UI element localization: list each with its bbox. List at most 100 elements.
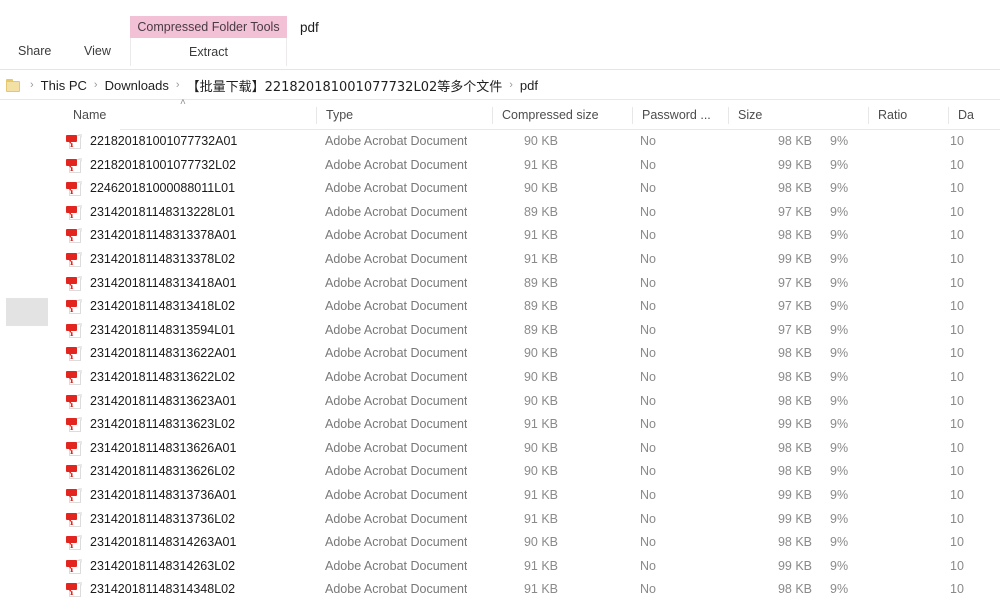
ratio-cell: 9% — [830, 342, 848, 366]
date-modified-cell: 10 — [950, 413, 964, 437]
breadcrumb[interactable]: › This PC › Downloads › 【批量下载】2218201810… — [0, 70, 1000, 100]
table-row[interactable]: 231420181148313622A01ʕ Adobe Acrobat Docu… — [60, 342, 1000, 366]
file-name-cell[interactable]: 231420181148313623A01ʕ — [64, 390, 236, 414]
date-modified-cell: 10 — [950, 366, 964, 390]
file-name-cell[interactable]: 231420181148313378A01ʕ — [64, 224, 236, 248]
table-row[interactable]: 221820181001077732A01ʕAdobe Acrobat Docu… — [60, 130, 1000, 154]
table-row[interactable]: 231420181148313378L02ʕAdobe Acrobat Docu… — [60, 248, 1000, 272]
compressed-size-cell: 91 KB — [480, 508, 558, 532]
compressed-size-cell: 91 KB — [480, 413, 558, 437]
file-name-cell[interactable]: 231420181148313418L02ʕ — [64, 295, 235, 319]
file-name-cell[interactable]: 231420181148313623L02ʕ — [64, 413, 235, 437]
file-name-cell[interactable]: 231420181148313378L02ʕ — [64, 248, 235, 272]
file-name-cell[interactable]: 224620181000088011L01ʕ — [64, 177, 235, 201]
table-row[interactable]: 231420181148313418L02ʕAdobe Acrobat Docu… — [60, 295, 1000, 319]
pdf-file-icon: ʕ — [66, 346, 82, 362]
table-row[interactable]: 231420181148313228L01ʕAdobe Acrobat Docu… — [60, 201, 1000, 225]
file-name-cell[interactable]: 231420181148313626L02ʕ — [64, 460, 235, 484]
column-header-name[interactable]: Name — [64, 107, 106, 124]
table-row[interactable]: 231420181148313626A01ʕAdobe Acrobat Docu… — [60, 437, 1000, 461]
file-name-cell[interactable]: 231420181148314263A01ʕ — [64, 531, 236, 555]
password-cell: No — [640, 578, 656, 602]
pdf-file-icon: ʕ — [66, 394, 82, 410]
size-cell: 99 KB — [736, 555, 812, 579]
pdf-file-icon: ʕ — [66, 158, 82, 174]
compressed-size-cell: 91 KB — [480, 154, 558, 178]
size-cell: 97 KB — [736, 295, 812, 319]
size-cell: 98 KB — [736, 578, 812, 602]
pdf-file-icon: ʕ — [66, 488, 82, 504]
table-row[interactable]: 231420181148313378A01ʕAdobe Acrobat Docu… — [60, 224, 1000, 248]
date-modified-cell: 10 — [950, 224, 964, 248]
size-cell: 98 KB — [736, 342, 812, 366]
file-name-cell[interactable]: 221820181001077732A01ʕ — [64, 130, 237, 154]
file-type-cell: Adobe Acrobat Document — [325, 319, 467, 343]
breadcrumb-item-pdf[interactable]: pdf — [520, 78, 538, 93]
breadcrumb-separator: › — [23, 79, 41, 91]
table-row[interactable]: 231420181148313622L02ʕAdobe Acrobat Docu… — [60, 366, 1000, 390]
column-header-ratio[interactable]: Ratio — [868, 107, 907, 124]
file-name-cell[interactable]: 231420181148313594L01ʕ — [64, 319, 235, 343]
column-header-type[interactable]: Type — [316, 107, 353, 124]
file-name-cell[interactable]: 231420181148313622L02ʕ — [64, 366, 235, 390]
tab-view[interactable]: View — [84, 44, 111, 58]
table-row[interactable]: 231420181148313626L02ʕ Adobe Acrobat Docu… — [60, 460, 1000, 484]
tab-share[interactable]: Share — [18, 44, 51, 58]
breadcrumb-item-this-pc[interactable]: This PC — [41, 78, 87, 93]
column-header-size[interactable]: Size — [728, 107, 762, 124]
file-name-cell[interactable]: 231420181148313418A01ʕ — [64, 272, 236, 296]
table-row[interactable]: 231420181148313594L01ʕ Adobe Acrobat Docu… — [60, 319, 1000, 343]
pdf-file-icon: ʕ — [66, 417, 82, 433]
table-row[interactable]: 231420181148313736L02ʕAdobe Acrobat Docu… — [60, 508, 1000, 532]
table-row[interactable]: 221820181001077732L02ʕ Adobe Acrobat Docu… — [60, 154, 1000, 178]
password-cell: No — [640, 390, 656, 414]
file-name-cell[interactable]: 231420181148314263L02ʕ — [64, 555, 235, 579]
table-row[interactable]: 231420181148313623A01ʕAdobe Acrobat Docu… — [60, 390, 1000, 414]
file-type-cell: Adobe Acrobat Document — [325, 154, 467, 178]
column-header-compressed-size[interactable]: Compressed size — [492, 107, 599, 124]
table-row[interactable]: 224620181000088011L01ʕAdobe Acrobat Docu… — [60, 177, 1000, 201]
ratio-cell: 9% — [830, 555, 848, 579]
table-row[interactable]: 231420181148313623L02ʕAdobe Acrobat Docu… — [60, 413, 1000, 437]
pdf-file-icon: ʕ — [66, 535, 82, 551]
date-modified-cell: 10 — [950, 484, 964, 508]
tab-extract[interactable]: Extract — [130, 38, 287, 66]
breadcrumb-item-downloads[interactable]: Downloads — [105, 78, 169, 93]
file-name-cell[interactable]: 221820181001077732L02ʕ — [64, 154, 236, 178]
size-cell: 99 KB — [736, 248, 812, 272]
date-modified-cell: 10 — [950, 342, 964, 366]
password-cell: No — [640, 366, 656, 390]
date-modified-cell: 10 — [950, 531, 964, 555]
date-modified-cell: 10 — [950, 177, 964, 201]
file-name-cell[interactable]: 231420181148313622A01ʕ — [64, 342, 236, 366]
file-name-cell[interactable]: 231420181148313228L01ʕ — [64, 201, 235, 225]
password-cell: No — [640, 154, 656, 178]
compressed-size-cell: 91 KB — [480, 484, 558, 508]
table-row[interactable]: 231420181148313418A01ʕAdobe Acrobat Docu… — [60, 272, 1000, 296]
table-row[interactable]: 231420181148314348L02ʕAdobe Acrobat Docu… — [60, 578, 1000, 602]
compressed-size-cell: 90 KB — [480, 460, 558, 484]
table-row[interactable]: 231420181148314263L02ʕAdobe Acrobat Docu… — [60, 555, 1000, 579]
file-type-cell: Adobe Acrobat Document — [325, 460, 467, 484]
date-modified-cell: 10 — [950, 154, 964, 178]
column-header-date-modified[interactable]: Da — [948, 107, 974, 124]
date-modified-cell: 10 — [950, 272, 964, 296]
size-cell: 98 KB — [736, 366, 812, 390]
password-cell: No — [640, 248, 656, 272]
navigation-pane-stub[interactable] — [6, 298, 48, 326]
table-row[interactable]: 231420181148313736A01ʕAdobe Acrobat Docu… — [60, 484, 1000, 508]
ratio-cell: 9% — [830, 531, 848, 555]
file-type-cell: Adobe Acrobat Document — [325, 342, 467, 366]
file-name-cell[interactable]: 231420181148313736A01ʕ — [64, 484, 236, 508]
file-name-cell[interactable]: 231420181148314348L02ʕ — [64, 578, 235, 602]
window-title-pdf: pdf — [300, 20, 319, 35]
column-header-password[interactable]: Password ... — [632, 107, 711, 124]
pdf-file-icon: ʕ — [66, 299, 82, 315]
pdf-file-icon: ʕ — [66, 323, 82, 339]
file-name-cell[interactable]: 231420181148313736L02ʕ — [64, 508, 235, 532]
ratio-cell: 9% — [830, 224, 848, 248]
breadcrumb-item-archive[interactable]: 【批量下载】221820181001077732L02等多个文件 — [187, 76, 503, 95]
file-name-cell[interactable]: 231420181148313626A01ʕ — [64, 437, 236, 461]
date-modified-cell: 10 — [950, 578, 964, 602]
table-row[interactable]: 231420181148314263A01ʕAdobe Acrobat Docu… — [60, 531, 1000, 555]
